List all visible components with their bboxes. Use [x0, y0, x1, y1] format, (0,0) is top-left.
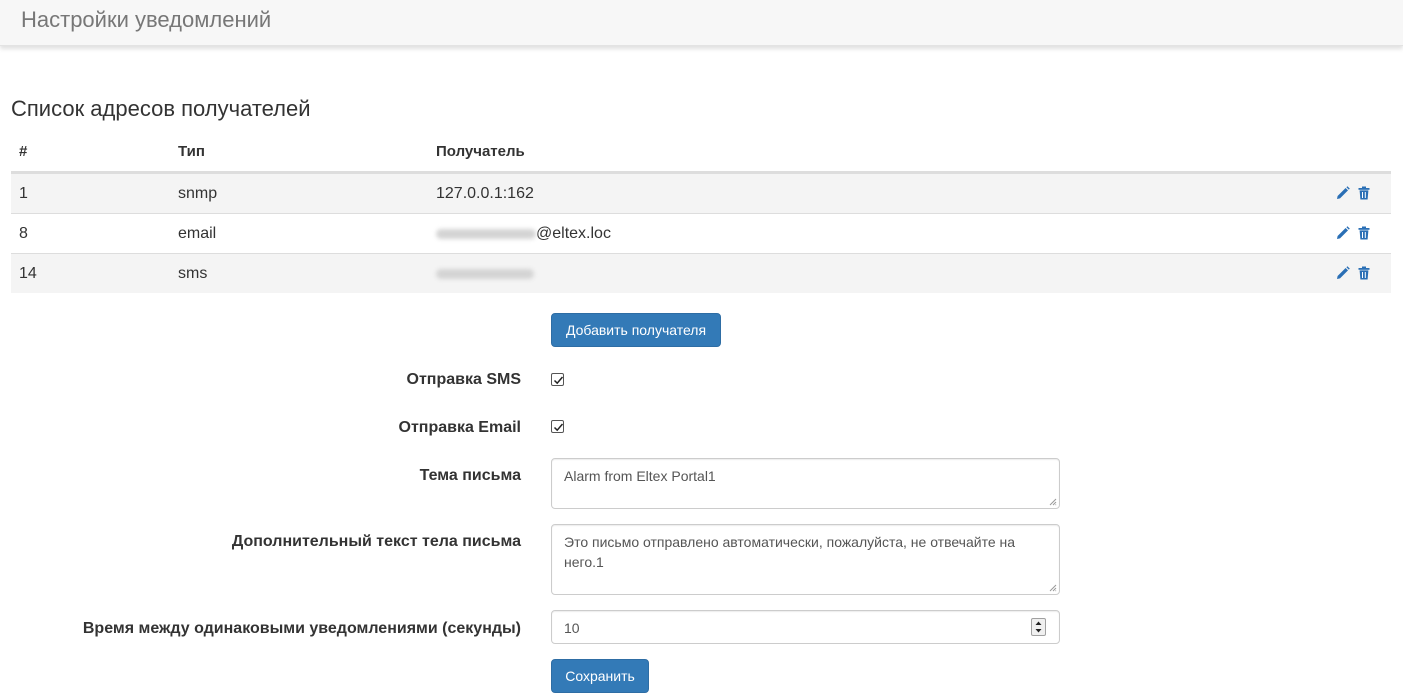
pencil-icon[interactable] [1336, 186, 1350, 200]
redacted-text [436, 228, 536, 239]
row-id: 8 [19, 225, 28, 242]
table-row: 8 email @eltex.loc [11, 213, 1391, 253]
row-type: email [178, 225, 217, 242]
body-value: Это письмо отправлено автоматически, пож… [564, 534, 1016, 570]
body-label: Дополнительный текст тела письма [231, 533, 521, 550]
redacted-text [436, 268, 534, 279]
trash-icon[interactable] [1357, 226, 1371, 240]
body-textarea[interactable]: Это письмо отправлено автоматически, пож… [551, 524, 1060, 595]
row-id: 14 [19, 265, 37, 282]
recipients-title: Список адресов получателей [11, 96, 311, 121]
email-label: Отправка Email [398, 419, 522, 436]
row-recipient: @eltex.loc [536, 225, 611, 242]
trash-icon[interactable] [1357, 266, 1371, 280]
column-header-type: Тип [178, 143, 205, 160]
interval-label: Время между одинаковыми уведомлениями (с… [82, 620, 521, 637]
row-actions [1336, 266, 1371, 280]
sms-checkbox[interactable] [551, 373, 564, 386]
pencil-icon[interactable] [1336, 226, 1350, 240]
resize-handle-icon[interactable] [1049, 498, 1057, 506]
subject-label: Тема письма [419, 467, 521, 484]
row-recipient: 127.0.0.1:162 [436, 185, 534, 202]
row-actions [1336, 186, 1371, 200]
table-row: 14 sms [11, 253, 1391, 293]
spin-down-icon[interactable] [1032, 627, 1045, 635]
row-actions [1336, 226, 1371, 240]
recipients-table: # Тип Получатель 1 snmp 127.0.0.1:162 8 … [11, 133, 1391, 293]
subject-textarea[interactable]: Alarm from Eltex Portal1 [551, 458, 1060, 509]
row-type: snmp [178, 185, 218, 202]
save-button[interactable]: Сохранить [551, 659, 649, 693]
page-header: Настройки уведомлений [0, 0, 1403, 46]
interval-input[interactable]: 10 [551, 610, 1060, 644]
table-header: # Тип Получатель [11, 133, 1391, 173]
column-header-recipient: Получатель [436, 143, 525, 160]
row-type: sms [178, 265, 208, 282]
row-recipient-cell [436, 265, 534, 283]
subject-value: Alarm from Eltex Portal1 [564, 468, 716, 484]
trash-icon[interactable] [1357, 186, 1371, 200]
email-checkbox[interactable] [551, 420, 564, 433]
add-recipient-button[interactable]: Добавить получателя [551, 313, 721, 347]
interval-value: 10 [564, 620, 580, 636]
pencil-icon[interactable] [1336, 266, 1350, 280]
table-row: 1 snmp 127.0.0.1:162 [11, 173, 1391, 213]
sms-label: Отправка SMS [406, 371, 521, 388]
row-recipient-cell: @eltex.loc [436, 225, 611, 243]
page-title: Настройки уведомлений [21, 7, 272, 32]
spin-up-icon[interactable] [1032, 619, 1045, 627]
number-spinner[interactable] [1031, 618, 1046, 636]
resize-handle-icon[interactable] [1049, 584, 1057, 592]
column-header-id: # [19, 143, 28, 160]
row-id: 1 [19, 185, 28, 202]
